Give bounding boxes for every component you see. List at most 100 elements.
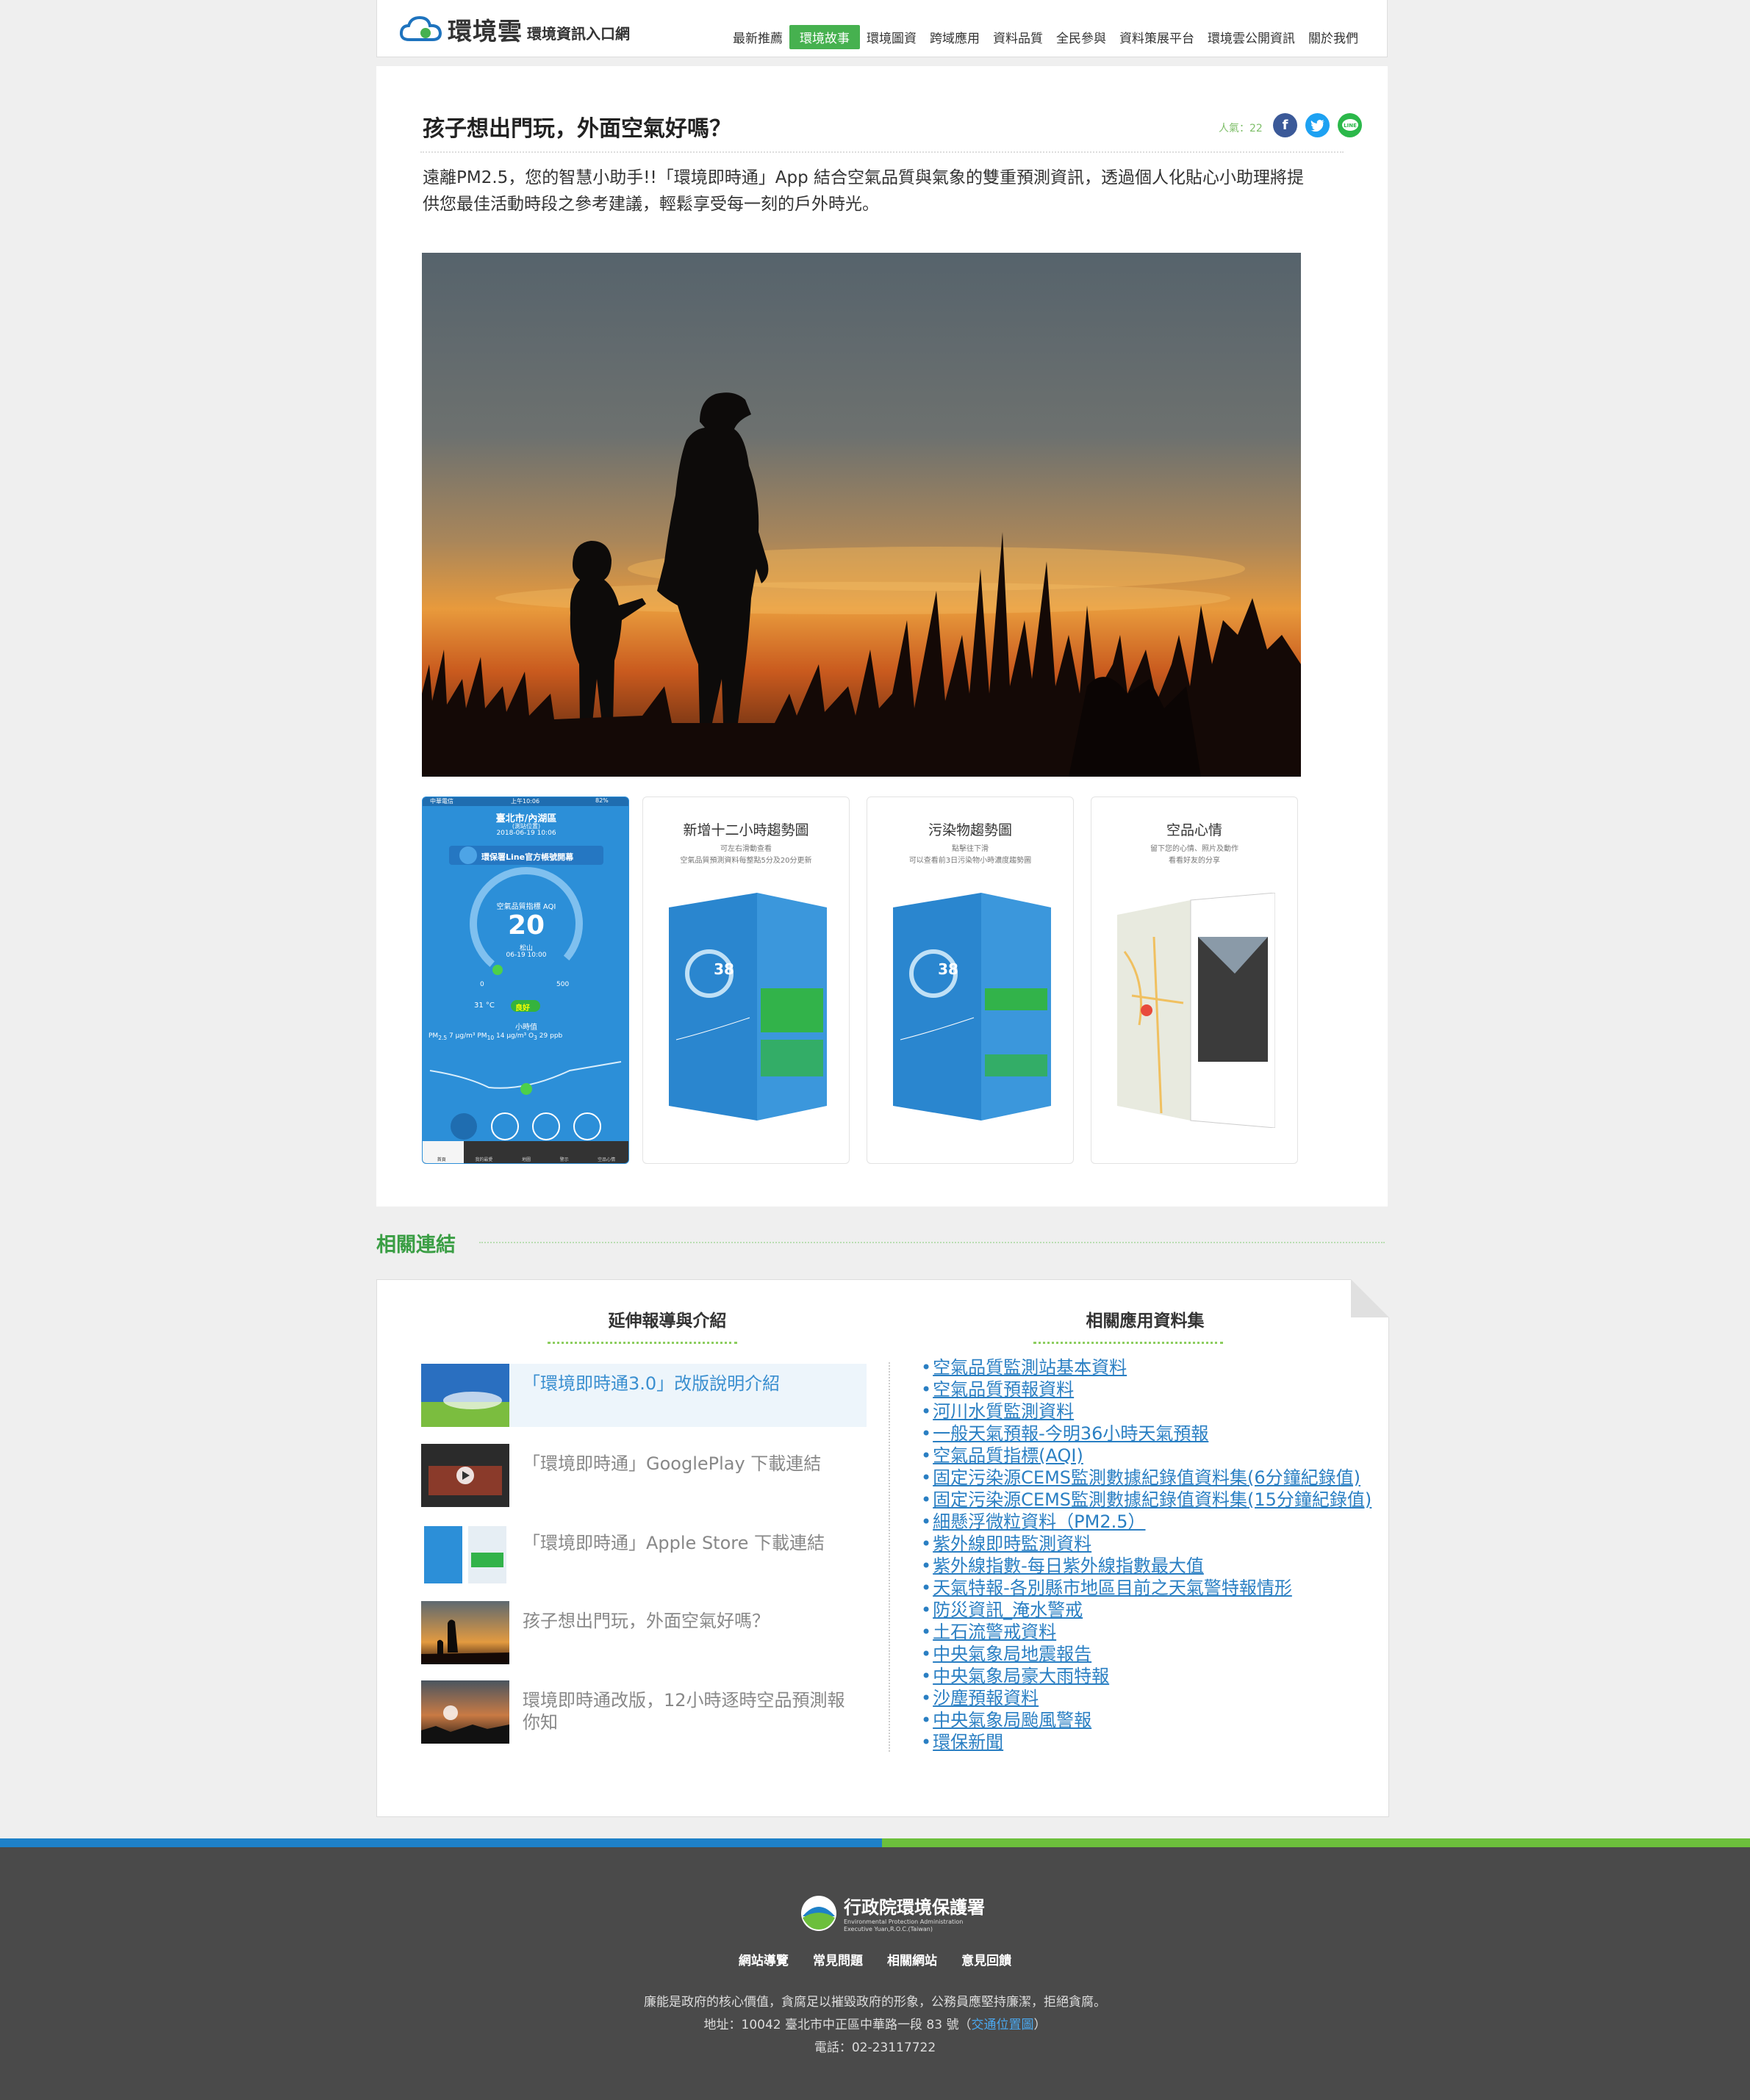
article-title: 孩子想出門玩，外面空氣好嗎？ [423, 116, 731, 142]
facebook-icon[interactable]: f [1273, 113, 1297, 137]
footer-link-related[interactable]: 相關網站 [887, 1954, 937, 1968]
aqi-status: 良好 [515, 1004, 530, 1013]
temperature: 31 °C [474, 1002, 495, 1010]
right-column-title: 相關應用資料集 [1086, 1312, 1205, 1331]
related-box: 延伸報導與介紹 相關應用資料集 「環境即時通3.0」改版說明介紹 「環境即時通」… [376, 1279, 1389, 1817]
app-screenshot-pollutant-trend[interactable]: 污染物趨勢圖 點擊往下滑 可以查看前3日污染物小時濃度趨勢圖 38 [867, 797, 1074, 1164]
dataset-link[interactable]: •環保新聞 [921, 1731, 1371, 1753]
related-article[interactable]: 「環境即時通」GooglePlay 下載連結 [421, 1444, 867, 1507]
screen-title: 空品心情 [1166, 822, 1222, 838]
column-separator [889, 1362, 890, 1752]
related-article[interactable]: 「環境即時通」Apple Store 下載連結 [421, 1523, 867, 1586]
phone-mockup-pollutant [893, 893, 1051, 1121]
org-name: 行政院環境保護署 [844, 1897, 985, 1918]
popularity-count: 人氣：22 [1219, 123, 1263, 134]
article-thumbnail [421, 1680, 509, 1744]
app-screenshot-home[interactable]: 中華電信 上午10:06 82% 臺北市/內湖區 (測站位置) 2018-06-… [422, 797, 629, 1164]
article-title: 「環境即時通」Apple Store 下載連結 [523, 1533, 825, 1553]
screen-subtitle-2: 看看好友的分享 [1169, 857, 1220, 865]
article-intro: 遠離PM2.5，您的智慧小助手!!「環境即時通」App 結合空氣品質與氣象的雙重… [423, 168, 1304, 214]
screen-title: 污染物趨勢圖 [928, 822, 1012, 838]
nav-item-cross-domain[interactable]: 跨域應用 [923, 25, 986, 49]
screen-title: 新增十二小時趨勢圖 [683, 822, 809, 838]
article-title: 「環境即時通3.0」改版說明介紹 [523, 1373, 781, 1394]
dataset-link[interactable]: •一般天氣預報-今明36小時天氣預報 [921, 1423, 1371, 1445]
dataset-link[interactable]: •固定污染源CEMS監測數據紀錄值資料集(15分鐘紀錄值) [921, 1489, 1371, 1511]
dataset-list: •空氣品質監測站基本資料 •空氣品質預報資料 •河川水質監測資料 •一般天氣預報… [921, 1356, 1371, 1753]
right-title-underline [1033, 1342, 1223, 1344]
dataset-link[interactable]: •中央氣象局豪大雨特報 [921, 1665, 1371, 1687]
screen-subtitle-1: 點擊往下滑 [952, 845, 989, 853]
nav-item-curation[interactable]: 資料策展平台 [1113, 25, 1201, 49]
org-name-en-2: Executive Yuan,R.O.C.(Taiwan) [844, 1926, 933, 1932]
left-title-underline [548, 1342, 737, 1344]
screen-subtitle-2: 空氣品質預測資料每整點5分及20分更新 [680, 857, 812, 865]
phone-datetime: 2018-06-19 10:06 [496, 830, 556, 837]
article-thumbnail [421, 1444, 509, 1507]
article-card: 孩子想出門玩，外面空氣好嗎？ 人氣：22 f LINE 遠離PM2.5，您的智慧… [376, 66, 1388, 1207]
scale-max: 500 [556, 981, 570, 988]
site-logo[interactable]: 環境雲 環境資訊入口網 [399, 13, 630, 46]
phone-carrier: 中華電信 [430, 798, 453, 805]
org-name-en-1: Environmental Protection Administration [844, 1919, 964, 1925]
nav-item-stories[interactable]: 環境故事 [789, 25, 860, 49]
title-divider [420, 151, 1344, 153]
dataset-link[interactable]: •中央氣象局颱風警報 [921, 1709, 1371, 1731]
epa-logo[interactable]: 行政院環境保護署 Environmental Protection Admini… [800, 1893, 985, 1933]
nav-item-latest[interactable]: 最新推薦 [726, 25, 789, 49]
related-article[interactable]: 「環境即時通3.0」改版說明介紹 [421, 1364, 867, 1427]
dataset-link[interactable]: •空氣品質預報資料 [921, 1378, 1371, 1400]
nav-item-participation[interactable]: 全民參與 [1050, 25, 1113, 49]
related-divider [479, 1242, 1385, 1243]
dataset-link[interactable]: •土石流警戒資料 [921, 1621, 1371, 1643]
footer-link-sitemap[interactable]: 網站導覽 [739, 1954, 789, 1968]
nav-item-open-info[interactable]: 環境雲公開資訊 [1201, 25, 1302, 49]
article-thumbnail [421, 1364, 509, 1427]
nav-item-maps[interactable]: 環境圖資 [860, 25, 923, 49]
footer-links: 網站導覽 常見問題 相關網站 意見回饋 [0, 1950, 1750, 1968]
footer-link-faq[interactable]: 常見問題 [813, 1954, 863, 1968]
related-article[interactable]: 孩子想出門玩，外面空氣好嗎？ [421, 1601, 867, 1664]
app-screenshot-12h-trend[interactable]: 新增十二小時趨勢圖 可左右滑動查看 空氣品質預測資料每整點5分及20分更新 38 [642, 797, 850, 1164]
dataset-link[interactable]: •固定污染源CEMS監測數據紀錄值資料集(6分鐘紀錄值) [921, 1467, 1371, 1489]
footer-bar-blue [0, 1838, 882, 1847]
app-screenshot-mood[interactable]: 空品心情 留下您的心情、照片及動作 看看好友的分享 [1091, 797, 1298, 1164]
related-article[interactable]: 環境即時通改版，12小時逐時空品預測報你知 [421, 1680, 867, 1748]
screen-subtitle-1: 留下您的心情、照片及動作 [1150, 845, 1238, 853]
dataset-link[interactable]: •沙塵預報資料 [921, 1687, 1371, 1709]
article-thumbnail [421, 1601, 509, 1664]
epa-emblem-icon [801, 1895, 836, 1931]
site-header: 環境雲 環境資訊入口網 最新推薦 環境故事 環境圖資 跨域應用 資料品質 全民參… [376, 0, 1388, 57]
article-title: 環境即時通改版，12小時逐時空品預測報你知 [523, 1690, 845, 1733]
dataset-link[interactable]: •細懸浮微粒資料（PM2.5） [921, 1511, 1371, 1533]
footer-bar-green [882, 1838, 1750, 1847]
dataset-link[interactable]: •空氣品質監測站基本資料 [921, 1356, 1371, 1378]
related-heading: 相關連結 [376, 1234, 456, 1256]
phone-battery: 82% [595, 797, 609, 804]
screen-subtitle-1: 可左右滑動查看 [720, 845, 772, 853]
line-icon[interactable]: LINE [1338, 113, 1362, 137]
nav-item-about[interactable]: 關於我們 [1302, 25, 1365, 49]
dataset-link[interactable]: •空氣品質指標(AQI) [921, 1445, 1371, 1467]
aqi-value: 20 [507, 910, 545, 941]
hourly-label: 小時值 [515, 1024, 537, 1032]
footer-link-feedback[interactable]: 意見回饋 [961, 1954, 1011, 1968]
cloud-logo-icon [399, 15, 442, 41]
nav-item-data-quality[interactable]: 資料品質 [986, 25, 1050, 49]
dataset-link[interactable]: •天氣特報-各別縣市地區目前之天氣警特報情形 [921, 1577, 1371, 1599]
dataset-link[interactable]: •紫外線指數-每日紫外線指數最大值 [921, 1555, 1371, 1577]
aqi-site-time: 06-19 10:00 [506, 952, 547, 959]
dataset-link[interactable]: •紫外線即時監測資料 [921, 1533, 1371, 1555]
svg-text:LINE: LINE [1344, 123, 1357, 129]
logo-text: 環境雲 [448, 17, 523, 46]
phone-mockup-trend [669, 893, 827, 1121]
dataset-link[interactable]: •中央氣象局地震報告 [921, 1643, 1371, 1665]
article-title: 「環境即時通」GooglePlay 下載連結 [523, 1453, 822, 1474]
phone-time: 上午10:06 [511, 798, 540, 805]
left-column-title: 延伸報導與介紹 [608, 1312, 727, 1331]
mini-aqi: 38 [938, 960, 958, 978]
twitter-icon[interactable] [1305, 113, 1330, 137]
dataset-link[interactable]: •河川水質監測資料 [921, 1400, 1371, 1423]
dataset-link[interactable]: •防災資訊_淹水警戒 [921, 1599, 1371, 1621]
transport-map-link[interactable]: 交通位置圖 [971, 2018, 1033, 2032]
